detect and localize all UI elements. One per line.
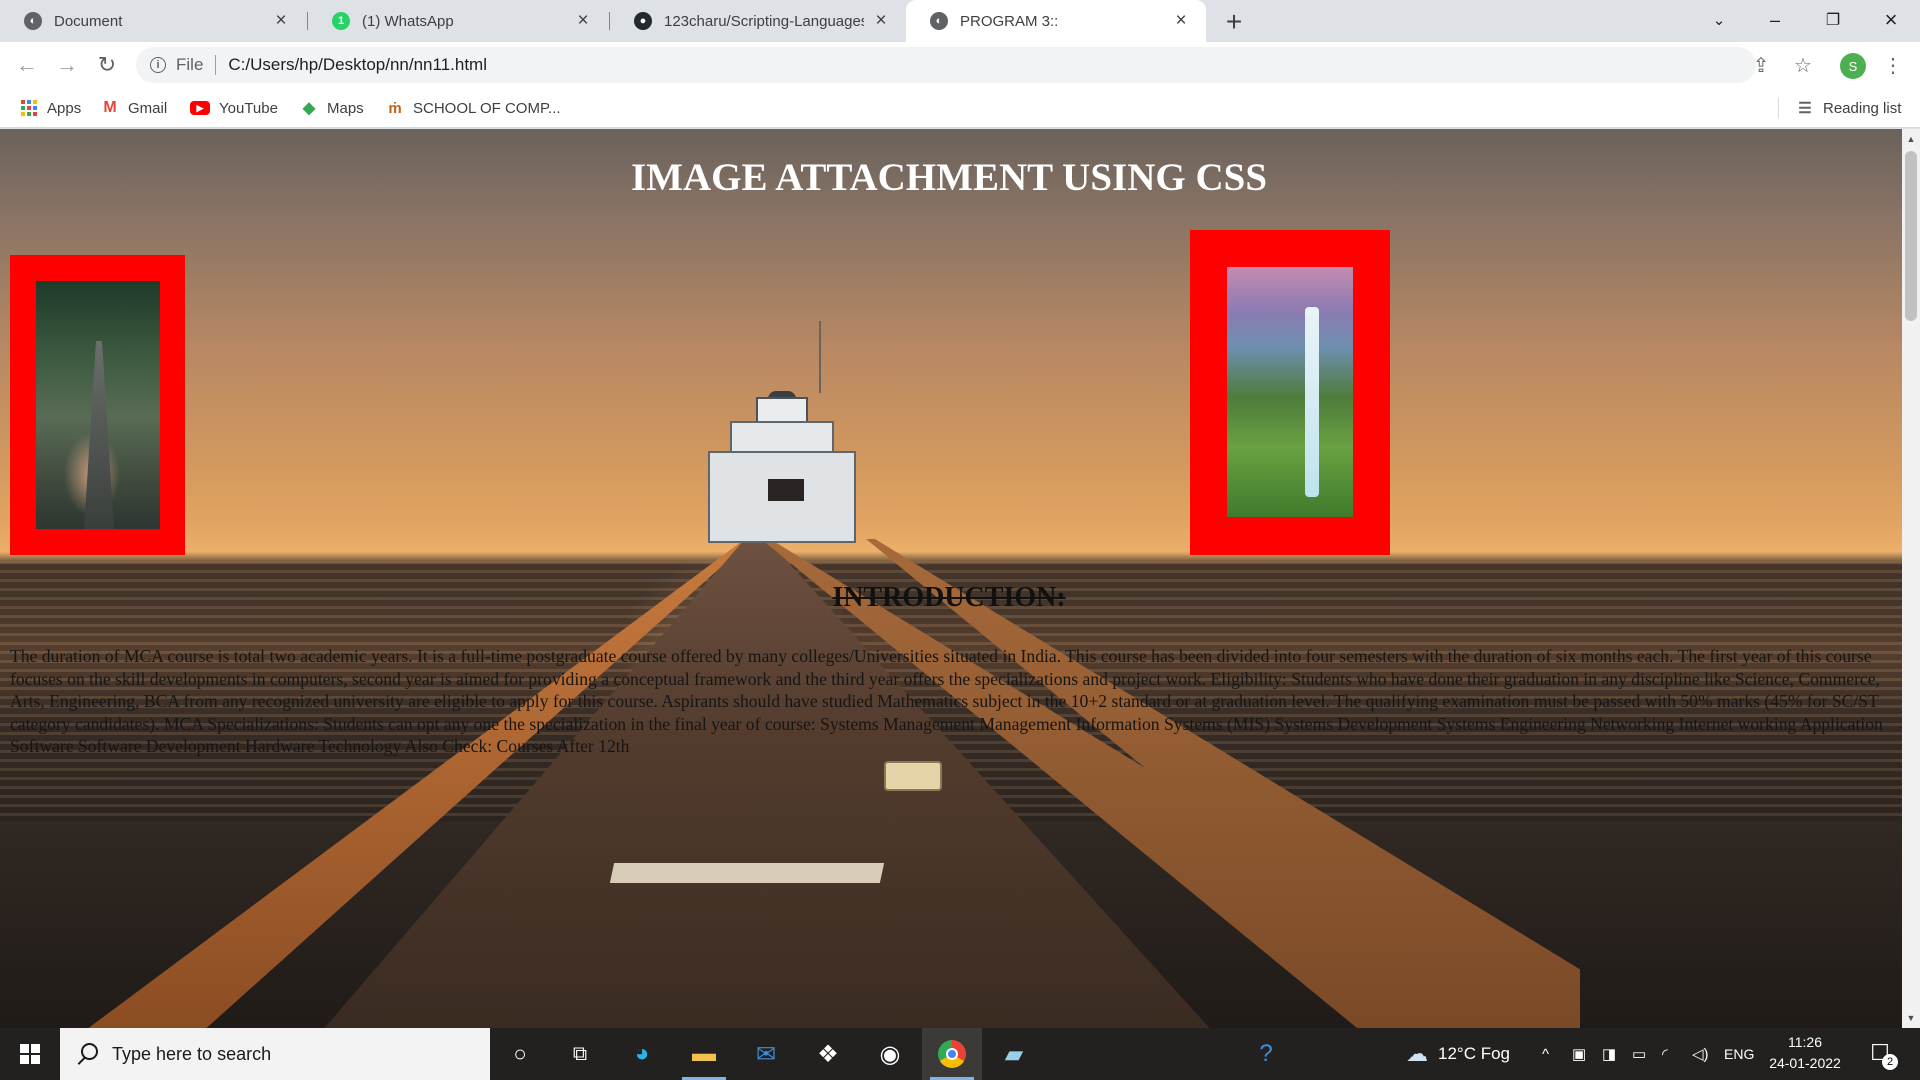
dropbox-icon[interactable]: ❖ (798, 1028, 858, 1080)
youtube-icon: ▶ (190, 101, 210, 115)
globe-icon: ◐ (930, 12, 948, 30)
url-scheme: File (176, 55, 204, 74)
apps-grid-icon (20, 99, 38, 117)
school-icon: ṁ (388, 99, 402, 117)
close-tab-icon[interactable]: × (270, 10, 292, 32)
volume-icon[interactable]: ◁) (1692, 1028, 1709, 1080)
cortana-icon[interactable]: ○ (490, 1028, 550, 1080)
tab-title: 123charu/Scripting-Languages-M (664, 12, 864, 30)
minimize-button[interactable]: – (1746, 0, 1804, 40)
chrome-icon[interactable] (922, 1028, 982, 1080)
waterfall-image (1227, 267, 1353, 517)
forest-road-phone-image (36, 281, 160, 529)
show-hidden-icons[interactable]: ^ (1542, 1028, 1549, 1080)
windows-start-icon[interactable] (0, 1028, 60, 1080)
task-view-icon[interactable]: ⧉ (550, 1028, 610, 1080)
tab-program-3[interactable]: ◐ PROGRAM 3:: × (906, 0, 1206, 42)
reading-list-button[interactable]: ☰ Reading list (1796, 96, 1901, 120)
cloud-icon: ☁ (1406, 1041, 1428, 1066)
image-frame-right (1190, 230, 1390, 555)
github-icon: ● (634, 12, 652, 30)
info-icon[interactable]: i (150, 57, 166, 73)
help-icon[interactable]: ? (1236, 1028, 1296, 1080)
url-text: C:/Users/hp/Desktop/nn/nn11.html (228, 55, 487, 74)
back-icon[interactable]: ← (12, 50, 42, 80)
reading-list-icon: ☰ (1798, 100, 1812, 117)
gmail-icon: M (103, 99, 117, 116)
bookmark-label: Apps (47, 99, 82, 117)
whatsapp-icon: 1 (332, 12, 350, 30)
battery-icon[interactable]: ▭ (1632, 1028, 1646, 1080)
mail-icon[interactable]: ✉ (736, 1028, 796, 1080)
share-icon[interactable]: ⇪ (1748, 52, 1774, 78)
weather-widget[interactable]: ☁ 12°C Fog (1406, 1028, 1510, 1080)
edge-icon[interactable]: ◕ (612, 1028, 672, 1080)
tab-strip: ◐ Document × 1 (1) WhatsApp × ● 123charu… (0, 0, 1920, 42)
scrollbar-thumb[interactable] (1905, 151, 1917, 321)
new-tab-button[interactable]: + (1218, 6, 1250, 38)
background-image-repeat (866, 129, 1902, 1028)
language-indicator[interactable]: ENG (1724, 1028, 1754, 1080)
github-desktop-icon[interactable]: ◉ (860, 1028, 920, 1080)
tab-github[interactable]: ● 123charu/Scripting-Languages-M × (610, 0, 906, 42)
tab-search-icon[interactable]: ⌄ (1690, 0, 1748, 40)
profile-avatar[interactable]: S (1840, 53, 1866, 79)
clock[interactable]: 11:26 24-01-2022 (1760, 1032, 1850, 1074)
intro-heading: INTRODUCTION: (832, 582, 1066, 613)
taskbar-search-input[interactable]: Type here to search (60, 1028, 490, 1080)
notification-center-icon[interactable]: ☐ 2 (1866, 1040, 1898, 1070)
close-tab-icon[interactable]: × (572, 10, 594, 32)
maps-icon: ◆ (302, 100, 316, 117)
bookmark-school[interactable]: ṁ SCHOOL OF COMP... (386, 96, 561, 120)
notepad-icon[interactable]: ▰ (984, 1028, 1044, 1080)
globe-icon: ◐ (24, 12, 42, 30)
bookmark-label: SCHOOL OF COMP... (413, 99, 561, 117)
reading-list-label: Reading list (1823, 99, 1902, 117)
bookmark-maps[interactable]: ◆ Maps (300, 96, 364, 120)
lighthouse-graphic (708, 321, 856, 543)
close-window-button[interactable]: × (1862, 0, 1920, 40)
taskbar: Type here to search ○ ⧉ ◕ ▬ ✉ ❖ ◉ ▰ ? ☁ … (0, 1028, 1920, 1080)
page-viewport: IMAGE ATTACHMENT USING CSS INTRODUCTION:… (0, 129, 1902, 1028)
page-title: IMAGE ATTACHMENT USING CSS (630, 156, 1268, 199)
scroll-down-icon[interactable]: ▼ (1902, 1010, 1920, 1026)
close-tab-icon[interactable]: × (870, 10, 892, 32)
search-icon (76, 1043, 98, 1065)
meet-now-icon[interactable]: ▣ (1572, 1028, 1586, 1080)
network-icon[interactable]: ◨ (1602, 1028, 1616, 1080)
tab-title: PROGRAM 3:: (960, 12, 1059, 30)
bookmark-gmail[interactable]: M Gmail (101, 96, 167, 120)
forward-icon[interactable]: → (52, 50, 82, 80)
intro-paragraph: The duration of MCA course is total two … (10, 646, 1883, 756)
menu-icon[interactable]: ⋮ (1880, 52, 1906, 78)
bookmark-apps[interactable]: Apps (20, 96, 81, 120)
close-tab-icon[interactable]: × (1170, 10, 1192, 32)
reload-icon[interactable]: ↻ (92, 50, 122, 80)
wifi-icon[interactable]: ◜ (1662, 1028, 1668, 1080)
bookmark-label: YouTube (219, 99, 278, 117)
file-explorer-icon[interactable]: ▬ (674, 1028, 734, 1080)
bookmark-star-icon[interactable]: ☆ (1790, 52, 1816, 78)
tab-title: Document (54, 12, 123, 30)
bookmark-youtube[interactable]: ▶ YouTube (190, 96, 278, 120)
tab-whatsapp[interactable]: 1 (1) WhatsApp × (308, 0, 608, 42)
clock-date: 24-01-2022 (1769, 1055, 1841, 1071)
restore-button[interactable]: ❐ (1804, 0, 1862, 40)
vertical-scrollbar[interactable]: ▲ ▼ (1902, 129, 1920, 1028)
bookmark-label: Gmail (128, 99, 168, 117)
scroll-up-icon[interactable]: ▲ (1902, 131, 1920, 147)
notification-count: 2 (1882, 1054, 1898, 1070)
weather-text: 12°C Fog (1438, 1044, 1511, 1063)
tab-document[interactable]: ◐ Document × (0, 0, 306, 42)
browser-toolbar: ← → ↻ i File C:/Users/hp/Desktop/nn/nn11… (0, 42, 1920, 88)
bookmark-label: Maps (327, 99, 364, 117)
clock-time: 11:26 (1788, 1034, 1822, 1050)
image-frame-left (10, 255, 185, 555)
bookmarks-bar: Apps M Gmail ▶ YouTube ◆ Maps ṁ SCHOOL O… (0, 88, 1920, 128)
search-placeholder: Type here to search (112, 1043, 272, 1064)
tab-title: (1) WhatsApp (362, 12, 454, 30)
address-bar[interactable]: i File C:/Users/hp/Desktop/nn/nn11.html (136, 47, 1756, 83)
